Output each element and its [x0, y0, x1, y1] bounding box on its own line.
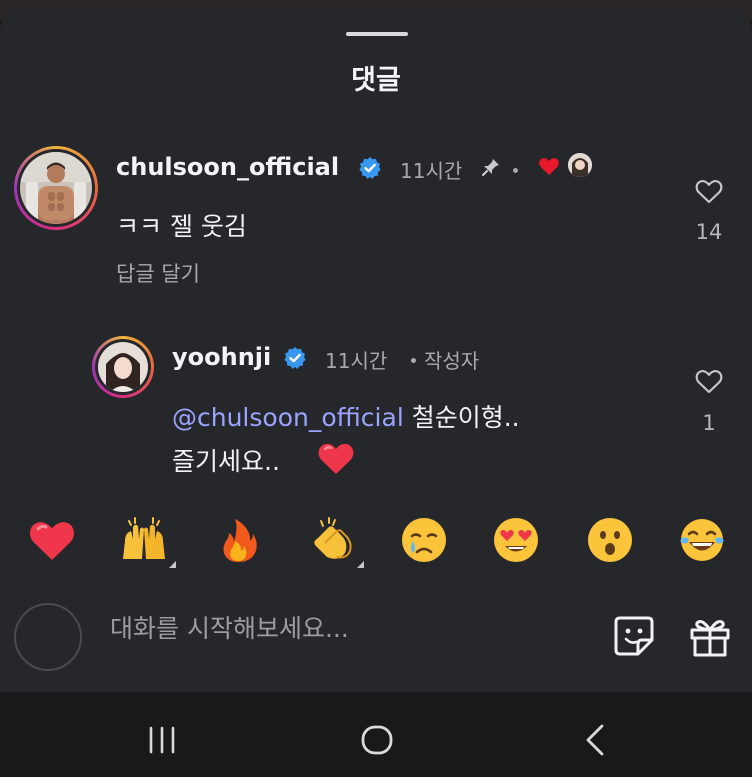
replier-avatar[interactable] [92, 336, 154, 398]
comment-like-heart-icon[interactable] [694, 177, 724, 205]
sheet-drag-handle[interactable] [346, 32, 408, 36]
sticker-icon[interactable] [612, 614, 656, 658]
system-navigation-bar [0, 692, 752, 777]
creator-avatar-mini [568, 153, 592, 177]
heart-eyes-emoji-button[interactable] [488, 510, 544, 570]
gift-icon[interactable] [688, 614, 732, 658]
verified-badge-icon [284, 347, 306, 369]
comment-timestamp: 11시간 [400, 159, 463, 183]
clapping-hands-icon [314, 517, 352, 559]
emoji-quick-bar [0, 510, 752, 574]
my-avatar [14, 603, 82, 671]
fire-icon [223, 519, 257, 562]
reply-text-line2: 즐기세요.. [172, 447, 280, 476]
clapping-hands-emoji-button[interactable] [304, 510, 364, 570]
comment-input[interactable] [110, 610, 590, 646]
verified-badge-icon [359, 157, 381, 179]
meta-separator-dot [411, 358, 416, 363]
reply-button[interactable]: 답글 달기 [116, 258, 200, 288]
tears-of-joy-emoji-button[interactable] [674, 510, 730, 570]
tears-of-joy-face-icon [680, 519, 724, 561]
red-heart-emoji-button[interactable] [24, 510, 80, 570]
raising-hands-emoji-button[interactable] [116, 510, 176, 570]
author-badge: 작성자 [424, 349, 480, 373]
red-heart-icon [30, 522, 74, 560]
creator-liked-heart-icon [539, 158, 559, 175]
reply-text: 철순이형.. [411, 403, 520, 432]
commenter-avatar[interactable] [14, 146, 98, 230]
sheet-title: 댓글 [351, 65, 401, 96]
pin-icon [481, 159, 499, 177]
heart-eyes-face-icon [494, 518, 538, 562]
surprised-face-emoji-button[interactable] [582, 510, 638, 570]
fire-emoji-button[interactable] [210, 510, 266, 570]
raising-hands-icon [123, 517, 165, 559]
reply-like-count: 1 [702, 411, 716, 435]
recent-apps-icon[interactable] [144, 725, 180, 755]
crying-face-emoji-button[interactable] [396, 510, 452, 570]
reply-timestamp: 11시간 [325, 349, 388, 373]
surprised-face-icon [588, 518, 632, 562]
mention-link[interactable]: @chulsoon_official [172, 403, 404, 432]
home-icon[interactable] [359, 722, 395, 758]
red-heart-emoji-icon [318, 443, 354, 474]
comment-like-count: 14 [695, 220, 723, 244]
reply-text-line1: @chulsoon_official 철순이형.. [172, 398, 520, 434]
commenter-username[interactable]: chulsoon_official [116, 153, 339, 181]
back-icon[interactable] [580, 722, 610, 758]
reply-like-heart-icon[interactable] [694, 367, 724, 395]
crying-face-icon [402, 518, 446, 562]
meta-separator-dot [513, 168, 518, 173]
replier-username[interactable]: yoohnji [172, 343, 271, 371]
comment-text: ㅋㅋ 젤 웃김 [116, 212, 247, 241]
